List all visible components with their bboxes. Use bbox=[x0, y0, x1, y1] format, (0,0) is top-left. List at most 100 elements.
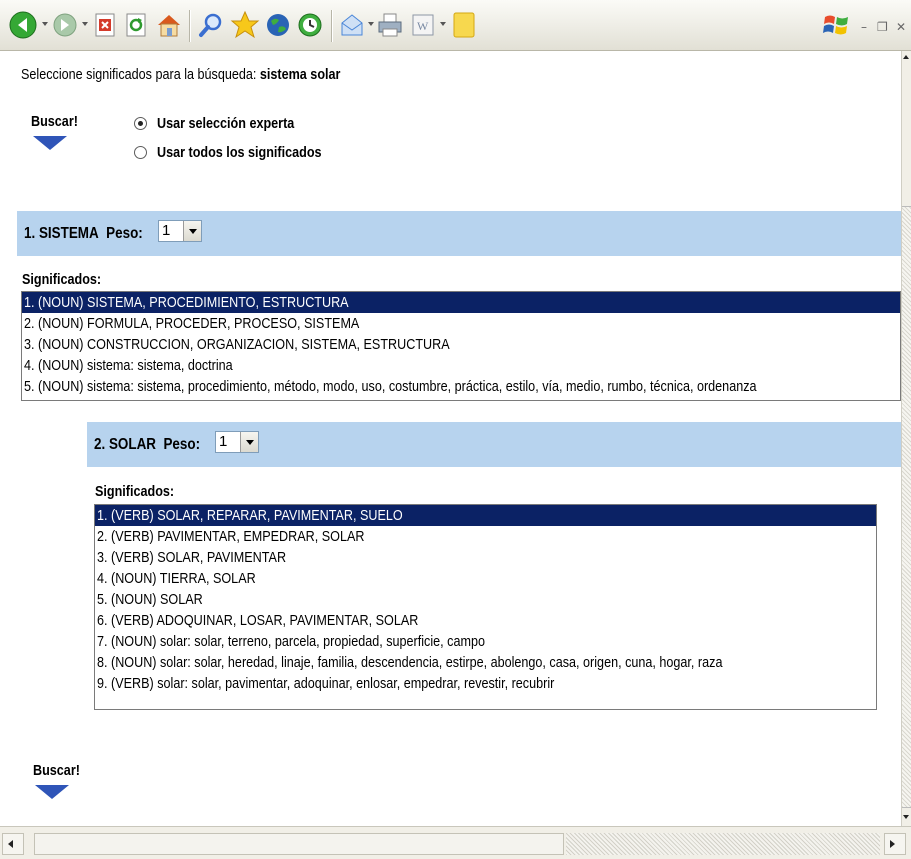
buscar-arrow-icon[interactable] bbox=[33, 136, 67, 150]
history-button[interactable] bbox=[296, 11, 324, 39]
term-name: 1. SISTEMA bbox=[24, 225, 99, 242]
peso-value: 1 bbox=[219, 433, 228, 450]
search-button[interactable] bbox=[197, 11, 225, 39]
toolbar-separator bbox=[189, 10, 191, 42]
dropdown-button[interactable] bbox=[183, 221, 201, 241]
scroll-right-icon[interactable] bbox=[890, 840, 895, 848]
term-header-sistema: 1. SISTEMA Peso: 1 bbox=[17, 211, 901, 256]
edit-dropdown-icon[interactable] bbox=[440, 22, 446, 26]
back-dropdown-icon[interactable] bbox=[42, 22, 48, 26]
list-item[interactable]: 9. (VERB) solar: solar, pavimentar, adoq… bbox=[95, 673, 876, 694]
toolbar-separator bbox=[331, 10, 333, 42]
favorites-button[interactable] bbox=[230, 10, 260, 40]
list-item-text: 3. (NOUN) CONSTRUCCION, ORGANIZACION, SI… bbox=[24, 336, 450, 353]
buscar-bottom[interactable]: Buscar! bbox=[33, 762, 89, 799]
intro-line: Seleccione significados para la búsqueda… bbox=[21, 66, 340, 83]
horizontal-scrollbar[interactable] bbox=[0, 826, 911, 859]
scroll-left-icon[interactable] bbox=[8, 840, 13, 848]
media-button[interactable] bbox=[264, 11, 292, 39]
list-item[interactable]: 5. (NOUN) SOLAR bbox=[95, 589, 876, 610]
forward-icon bbox=[53, 13, 77, 37]
restore-button[interactable]: ❐ bbox=[877, 20, 888, 34]
favorites-icon bbox=[230, 10, 260, 39]
forward-button[interactable] bbox=[52, 12, 78, 38]
horizontal-scroll-thumb[interactable] bbox=[34, 833, 564, 855]
term-header-solar: 2. SOLAR Peso: 1 bbox=[87, 422, 901, 467]
meanings-listbox-solar[interactable]: 1. (VERB) SOLAR, REPARAR, PAVIMENTAR, SU… bbox=[94, 504, 877, 710]
list-item-text: 8. (NOUN) solar: solar, heredad, linaje,… bbox=[97, 654, 723, 671]
print-button[interactable] bbox=[376, 11, 404, 39]
home-button[interactable] bbox=[155, 11, 183, 39]
buscar-label[interactable]: Buscar! bbox=[33, 762, 80, 779]
list-item[interactable]: 4. (NOUN) sistema: sistema, doctrina bbox=[22, 355, 900, 376]
peso-value: 1 bbox=[162, 222, 171, 239]
list-item[interactable]: 1. (VERB) SOLAR, REPARAR, PAVIMENTAR, SU… bbox=[95, 505, 876, 526]
dropdown-button[interactable] bbox=[240, 432, 258, 452]
list-item-text: 7. (NOUN) solar: solar, terreno, parcela… bbox=[97, 633, 485, 650]
list-item[interactable]: 2. (VERB) PAVIMENTAR, EMPEDRAR, SOLAR bbox=[95, 526, 876, 547]
list-item-text: 5. (NOUN) SOLAR bbox=[97, 591, 203, 608]
browser-toolbar: W – ❐ ✕ bbox=[0, 0, 911, 51]
edit-button[interactable]: W bbox=[411, 13, 435, 37]
list-item-text: 2. (VERB) PAVIMENTAR, EMPEDRAR, SOLAR bbox=[97, 528, 365, 545]
significados-label: Significados: bbox=[95, 483, 175, 500]
chevron-down-icon bbox=[245, 439, 254, 445]
mail-dropdown-icon[interactable] bbox=[368, 22, 374, 26]
history-icon bbox=[298, 13, 322, 37]
buscar-arrow-icon[interactable] bbox=[35, 785, 69, 799]
svg-text:W: W bbox=[417, 19, 429, 33]
peso-select[interactable]: 1 bbox=[215, 431, 259, 453]
mail-button[interactable] bbox=[338, 11, 366, 39]
radio-usar-seleccion-experta[interactable]: Usar selección experta bbox=[134, 115, 320, 132]
windows-flag-icon bbox=[823, 15, 848, 35]
list-item[interactable]: 8. (NOUN) solar: solar, heredad, linaje,… bbox=[95, 652, 876, 673]
peso-select[interactable]: 1 bbox=[158, 220, 202, 242]
refresh-button[interactable] bbox=[124, 12, 148, 38]
list-item-text: 2. (NOUN) FORMULA, PROCEDER, PROCESO, SI… bbox=[24, 315, 360, 332]
list-item[interactable]: 3. (NOUN) CONSTRUCCION, ORGANIZACION, SI… bbox=[22, 334, 900, 355]
buscar-label[interactable]: Buscar! bbox=[31, 113, 78, 130]
vertical-scroll-thumb[interactable] bbox=[902, 206, 911, 808]
radio-button-selected[interactable] bbox=[134, 117, 147, 130]
list-item-text: 4. (NOUN) sistema: sistema, doctrina bbox=[24, 357, 233, 374]
search-icon bbox=[199, 13, 222, 37]
list-item[interactable]: 5. (NOUN) sistema: sistema, procedimient… bbox=[22, 376, 900, 397]
intro-text: Seleccione significados para la búsqueda… bbox=[21, 66, 257, 83]
list-item-text: 1. (VERB) SOLAR, REPARAR, PAVIMENTAR, SU… bbox=[97, 507, 403, 524]
buscar-top[interactable]: Buscar! bbox=[31, 113, 87, 150]
list-item-text: 5. (NOUN) sistema: sistema, procedimient… bbox=[24, 378, 757, 395]
list-item[interactable]: 2. (NOUN) FORMULA, PROCEDER, PROCESO, SI… bbox=[22, 313, 900, 334]
print-icon bbox=[378, 13, 402, 37]
messenger-button[interactable] bbox=[449, 10, 477, 40]
forward-dropdown-icon[interactable] bbox=[82, 22, 88, 26]
stop-button[interactable] bbox=[93, 12, 117, 38]
chevron-down-icon bbox=[188, 228, 197, 234]
minimize-button[interactable]: – bbox=[861, 20, 867, 34]
peso-label: Peso: bbox=[106, 225, 143, 242]
radio-button[interactable] bbox=[134, 146, 147, 159]
edit-word-icon: W bbox=[412, 14, 434, 36]
term-name: 2. SOLAR bbox=[94, 436, 156, 453]
scroll-right-button[interactable] bbox=[884, 833, 906, 855]
scroll-down-icon[interactable] bbox=[903, 815, 909, 819]
list-item[interactable]: 4. (NOUN) TIERRA, SOLAR bbox=[95, 568, 876, 589]
back-button[interactable] bbox=[8, 10, 38, 40]
radio-label: Usar selección experta bbox=[157, 115, 295, 132]
significados-label: Significados: bbox=[22, 271, 102, 288]
meanings-listbox-sistema[interactable]: 1. (NOUN) SISTEMA, PROCEDIMIENTO, ESTRUC… bbox=[21, 291, 901, 401]
close-button[interactable]: ✕ bbox=[896, 20, 906, 34]
radio-usar-todos[interactable]: Usar todos los significados bbox=[134, 144, 353, 161]
list-item[interactable]: 6. (VERB) ADOQUINAR, LOSAR, PAVIMENTAR, … bbox=[95, 610, 876, 631]
scroll-left-button[interactable] bbox=[2, 833, 24, 855]
media-icon bbox=[267, 14, 289, 36]
list-item[interactable]: 1. (NOUN) SISTEMA, PROCEDIMIENTO, ESTRUC… bbox=[22, 292, 900, 313]
list-item-text: 9. (VERB) solar: solar, pavimentar, adoq… bbox=[97, 675, 555, 692]
query-text: sistema solar bbox=[259, 66, 341, 83]
scroll-up-icon[interactable] bbox=[903, 55, 909, 59]
list-item[interactable]: 3. (VERB) SOLAR, PAVIMENTAR bbox=[95, 547, 876, 568]
term-title: 2. SOLAR Peso: bbox=[94, 436, 200, 454]
list-item[interactable]: 7. (NOUN) solar: solar, terreno, parcela… bbox=[95, 631, 876, 652]
mail-icon bbox=[341, 14, 363, 36]
vertical-scrollbar[interactable] bbox=[901, 51, 911, 826]
horizontal-scroll-track[interactable] bbox=[566, 833, 880, 855]
